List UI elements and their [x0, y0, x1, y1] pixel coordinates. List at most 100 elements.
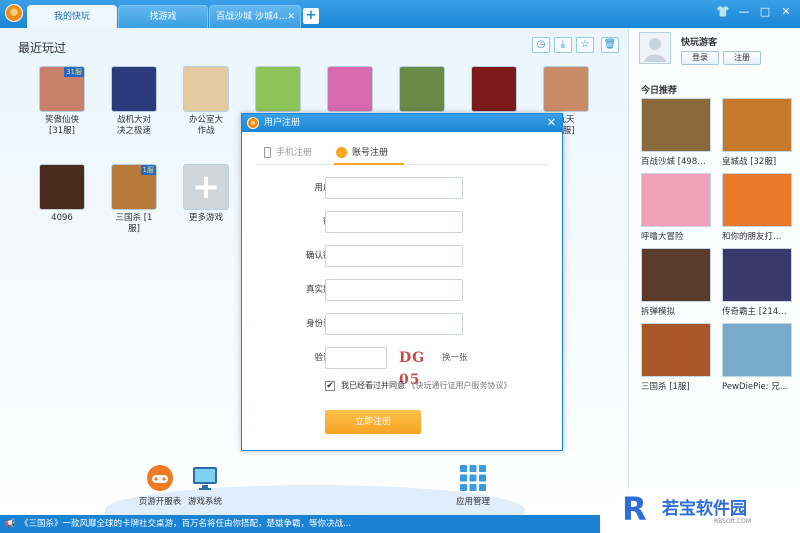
bottom-dock: 页游开服表 游戏系统 应用管理	[0, 458, 628, 515]
recommended-game[interactable]: 三国杀 [1服]	[641, 323, 715, 392]
clock-icon[interactable]: ◷	[532, 37, 550, 53]
trash-icon[interactable]: 🗑	[601, 37, 619, 53]
apps-grid-icon	[459, 464, 487, 492]
register-button[interactable]: 注册	[723, 51, 761, 65]
game-tile[interactable]: 战机大对 决之极速	[106, 66, 162, 137]
game-tile[interactable]	[394, 66, 450, 115]
dialog-titlebar: 用户注册 ✕	[242, 114, 562, 132]
captcha-input[interactable]	[325, 347, 387, 369]
game-thumbnail	[327, 66, 373, 112]
recommended-game[interactable]: 呼噜大冒险	[641, 173, 715, 242]
agreement-row: ✔ 我已经看过并同意 《快玩通行证用户服务协议》	[325, 380, 512, 391]
agree-text: 我已经看过并同意	[341, 381, 405, 390]
tab-close-icon[interactable]: ✕	[287, 6, 295, 28]
close-button[interactable]: ✕	[777, 3, 795, 21]
game-tile[interactable]: 31服笑傲仙侠 [31服]	[34, 66, 90, 137]
recommended-game[interactable]: 传奇霸主 [214…	[722, 248, 796, 317]
tab-find-games[interactable]: 找游戏	[118, 5, 208, 28]
captcha-image[interactable]: DG 05	[399, 347, 439, 388]
maximize-button[interactable]: □	[756, 3, 774, 21]
star-icon[interactable]: ☆	[576, 37, 594, 53]
recommended-name: 拆弹模拟	[641, 307, 676, 317]
username-input[interactable]	[325, 177, 463, 199]
tab-game-page[interactable]: 百战沙城 沙城4… ✕	[209, 5, 301, 28]
dialog-close-icon[interactable]: ✕	[547, 114, 556, 132]
recommended-name: 三国杀 [1服]	[641, 382, 690, 392]
download-icon[interactable]: ⤓	[554, 37, 572, 53]
recommended-thumbnail	[641, 323, 711, 377]
game-tile[interactable]: 办公室大 作战	[178, 66, 234, 137]
server-badge: 31服	[64, 67, 84, 77]
title-bar: 我的快玩 找游戏 百战沙城 沙城4… ✕ + 👕 — □ ✕	[0, 0, 800, 28]
recommended-thumbnail	[641, 248, 711, 302]
game-thumbnail	[471, 66, 517, 112]
today-title: 今日推荐	[641, 86, 678, 96]
register-submit-button[interactable]: 立即注册	[325, 410, 421, 434]
skin-icon[interactable]: 👕	[714, 3, 732, 21]
recommended-game[interactable]: 皇城战 [32服]	[722, 98, 796, 167]
watermark-logo-icon: R	[622, 490, 647, 528]
section-title: 最近玩过	[18, 41, 67, 55]
game-name: 更多游戏	[188, 213, 223, 223]
phone-icon	[264, 147, 271, 158]
server-badge: 1服	[140, 165, 156, 175]
recommended-game[interactable]: PewDiePie: 兄…	[722, 323, 796, 392]
confirm-password-input[interactable]	[325, 245, 463, 267]
recommended-game[interactable]: 百战沙城 [498…	[641, 98, 715, 167]
dock-server-list[interactable]: 页游开服表	[135, 464, 185, 507]
game-name: 战机大对 决之极速	[116, 115, 151, 136]
plus-icon: +	[191, 167, 221, 207]
game-name: 办公室大 作战	[188, 115, 223, 136]
recommended-game[interactable]: 和你的朋友打…	[722, 173, 796, 242]
recommended-thumbnail	[722, 173, 792, 227]
recommended-name: 和你的朋友打…	[722, 232, 782, 242]
idcard-input[interactable]	[325, 313, 463, 335]
tab-account-register[interactable]: 账号注册	[336, 145, 388, 158]
agree-checkbox[interactable]: ✔	[325, 380, 335, 391]
game-tile[interactable]: 1服三国杀 [1 服]	[106, 164, 162, 235]
recommended-game[interactable]: 拆弹模拟	[641, 248, 715, 317]
game-thumbnail	[39, 164, 85, 210]
recommended-name: 呼噜大冒险	[641, 232, 684, 242]
game-thumbnail	[183, 66, 229, 112]
game-thumbnail	[255, 66, 301, 112]
more-games-tile[interactable]: + 更多游戏	[178, 164, 234, 224]
username: 快玩游客	[681, 38, 718, 48]
game-tile[interactable]	[322, 66, 378, 115]
tab-phone-register[interactable]: 手机注册	[264, 145, 312, 158]
watermark: R 若宝软件园 RBSOft.COM	[618, 488, 800, 533]
watermark-text: 若宝软件园	[662, 499, 747, 519]
password-input[interactable]	[325, 211, 463, 233]
game-tile[interactable]: 4096	[34, 164, 90, 224]
recommended-thumbnail	[722, 98, 792, 152]
user-icon	[336, 147, 347, 158]
realname-input[interactable]	[325, 279, 463, 301]
recommended-name: 百战沙城 [498…	[641, 157, 706, 167]
game-thumbnail	[543, 66, 589, 112]
add-tab-button[interactable]: +	[303, 8, 319, 24]
register-dialog: 用户注册 ✕ 手机注册 账号注册 用户名 密码 确认密码 真实姓名 身份证号 验…	[241, 113, 563, 451]
game-name: 三国杀 [1 服]	[115, 213, 153, 234]
watermark-sub: RBSOft.COM	[714, 518, 752, 525]
avatar[interactable]	[639, 32, 671, 64]
dock-app-manager[interactable]: 应用管理	[448, 464, 498, 507]
dialog-title: 用户注册	[264, 118, 301, 128]
active-tab-indicator	[334, 163, 404, 165]
recommended-thumbnail	[641, 98, 711, 152]
game-thumbnail	[111, 66, 157, 112]
tab-my-games[interactable]: 我的快玩	[27, 5, 117, 28]
login-button[interactable]: 登录	[681, 51, 719, 65]
dock-label: 页游开服表	[138, 497, 182, 507]
recommended-thumbnail	[722, 248, 792, 302]
speaker-icon: 📢	[5, 519, 16, 529]
game-name: 笑傲仙侠 [31服]	[44, 115, 79, 136]
dock-label: 应用管理	[455, 497, 490, 507]
game-tile[interactable]	[250, 66, 306, 115]
status-text: 《三国杀》一款风靡全球的卡牌社交桌游，百万名将任由你搭配，楚雄争霸，等你决战..…	[20, 519, 352, 529]
dock-game-system[interactable]: 游戏系统	[180, 464, 230, 507]
minimize-button[interactable]: —	[735, 3, 753, 21]
status-bar[interactable]: 📢 《三国杀》一款风靡全球的卡牌社交桌游，百万名将任由你搭配，楚雄争霸，等你决战…	[0, 515, 600, 533]
agreement-link[interactable]: 《快玩通行证用户服务协议》	[408, 381, 512, 390]
game-tile[interactable]	[466, 66, 522, 115]
captcha-refresh-link[interactable]: 换一张	[442, 347, 468, 369]
